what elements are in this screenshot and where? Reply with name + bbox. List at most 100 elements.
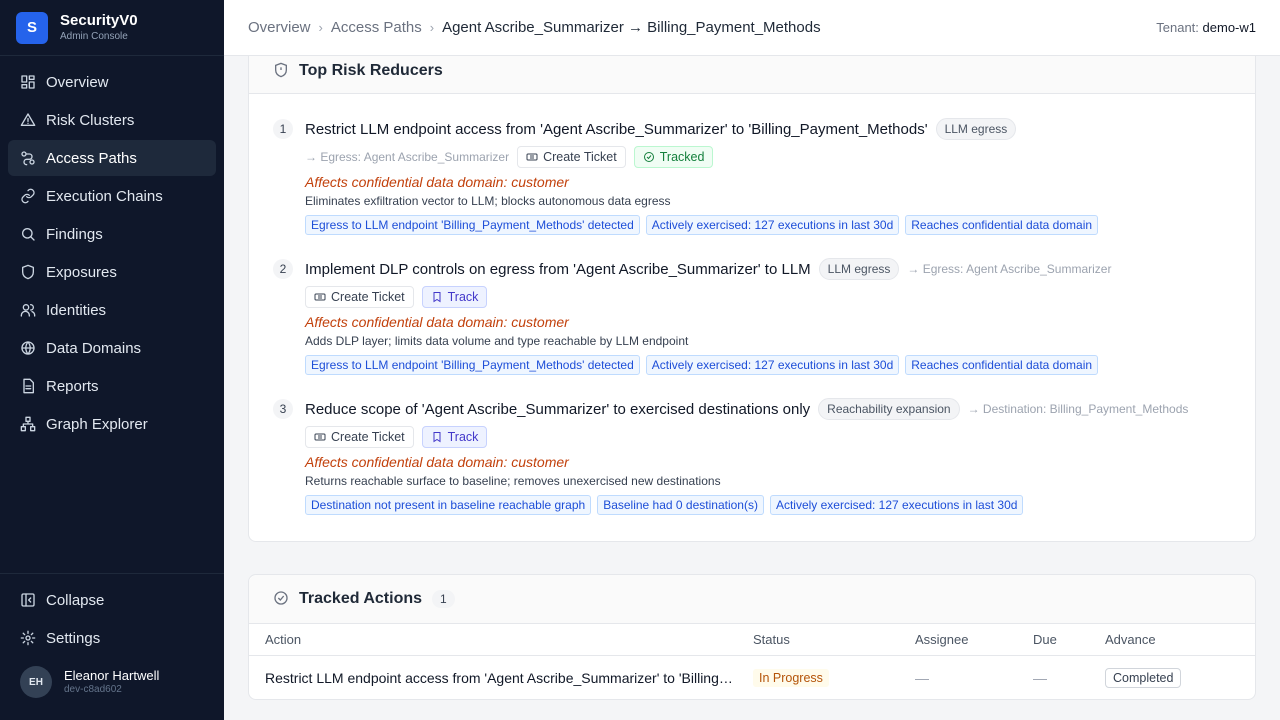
ticket-icon — [526, 153, 538, 161]
dashboard-icon — [20, 74, 36, 90]
track-button[interactable]: Track — [421, 426, 488, 448]
item-description: Returns reachable surface to baseline; r… — [305, 474, 721, 488]
sidebar-item-risk-clusters[interactable]: Risk Clusters — [8, 102, 216, 138]
breadcrumb-overview[interactable]: Overview — [248, 19, 311, 36]
evidence-tag: Egress to LLM endpoint 'Billing_Payment_… — [305, 355, 640, 375]
due-value: — — [1033, 670, 1047, 686]
chevron-right-icon: › — [318, 20, 323, 35]
action-text: Restrict LLM endpoint access from 'Agent… — [265, 670, 735, 686]
track-label: Track — [447, 430, 479, 444]
category-pill: LLM egress — [818, 258, 900, 280]
sidebar-item-overview[interactable]: Overview — [8, 64, 216, 100]
ticket-icon — [314, 293, 326, 301]
brand: S SecurityV0 Admin Console — [0, 0, 224, 56]
item-title: Reduce scope of 'Agent Ascribe_Summarize… — [305, 400, 811, 418]
sidebar-item-execution-chains[interactable]: Execution Chains — [8, 178, 216, 214]
sidebar-item-label: Overview — [46, 73, 109, 91]
link-icon — [20, 188, 36, 204]
shield-icon — [20, 264, 36, 280]
track-label: Track — [447, 290, 479, 304]
assignee-value: — — [915, 670, 929, 686]
target-text: → Egress: Agent Ascribe_Summarizer — [305, 150, 510, 164]
column-header-due: Due — [1033, 632, 1057, 647]
tracked-button[interactable]: Tracked — [633, 146, 714, 168]
create-ticket-button[interactable]: Create Ticket — [305, 286, 414, 308]
card-title: Tracked Actions — [299, 590, 423, 607]
advance-completed-button[interactable]: Completed — [1105, 668, 1182, 688]
create-ticket-button[interactable]: Create Ticket — [305, 426, 414, 448]
graph-icon — [20, 416, 36, 432]
globe-icon — [20, 340, 36, 356]
gear-icon — [20, 630, 36, 646]
card-title: Top Risk Reducers — [299, 62, 443, 79]
risk-reducer-item: 1 Restrict LLM endpoint access from 'Age… — [273, 117, 1231, 235]
sidebar-item-graph-explorer[interactable]: Graph Explorer — [8, 406, 216, 442]
column-header-assignee: Assignee — [915, 632, 969, 647]
sidebar-item-label: Reports — [46, 377, 99, 395]
user-profile[interactable]: EH Eleanor Hartwell dev-c8ad602 — [0, 666, 224, 698]
bookmark-icon — [433, 432, 441, 443]
sidebar-nav: Overview Risk Clusters Access Paths Exec… — [0, 56, 224, 452]
sidebar-item-label: Findings — [46, 225, 103, 243]
sidebar-item-identities[interactable]: Identities — [8, 292, 216, 328]
tenant-value: demo-w1 — [1202, 20, 1256, 35]
warning-icon — [20, 112, 36, 128]
category-pill: Reachability expansion — [818, 398, 960, 420]
sidebar-item-label: Risk Clusters — [46, 111, 135, 129]
target-text: → Egress: Agent Ascribe_Summarizer — [907, 262, 1112, 276]
evidence-tag: Actively exercised: 127 executions in la… — [645, 215, 900, 235]
sidebar-item-data-domains[interactable]: Data Domains — [8, 330, 216, 366]
sidebar-item-access-paths[interactable]: Access Paths — [8, 140, 216, 176]
settings-button[interactable]: Settings — [8, 620, 216, 656]
table-header: Action Status Assignee Due Advance — [249, 624, 1255, 656]
brand-name: SecurityV0 — [60, 11, 138, 29]
sidebar-item-reports[interactable]: Reports — [8, 368, 216, 404]
risk-reducer-item: 2 Implement DLP controls on egress from … — [273, 257, 1231, 375]
create-ticket-label: Create Ticket — [331, 430, 405, 444]
check-circle-icon — [643, 152, 654, 162]
check-circle-icon — [273, 590, 289, 609]
main-content: Top Risk Reducers 1 Restrict LLM endpoin… — [224, 56, 1280, 720]
avatar: EH — [20, 666, 52, 698]
collapse-button[interactable]: Collapse — [8, 582, 216, 618]
chevron-right-icon: › — [429, 20, 435, 35]
column-header-status: Status — [753, 632, 790, 647]
evidence-tags: Destination not present in baseline reac… — [305, 495, 1231, 515]
breadcrumb-access-paths[interactable]: Access Paths — [331, 19, 422, 36]
item-number: 1 — [273, 119, 293, 139]
sidebar-item-label: Execution Chains — [46, 187, 163, 205]
table-row[interactable]: Restrict LLM endpoint access from 'Agent… — [249, 657, 1255, 699]
item-number: 3 — [273, 399, 293, 419]
risk-reducer-item: 3 Reduce scope of 'Agent Ascribe_Summari… — [273, 397, 1231, 515]
item-description: Eliminates exfiltration vector to LLM; b… — [305, 194, 671, 208]
sidebar-item-exposures[interactable]: Exposures — [8, 254, 216, 290]
item-description: Adds DLP layer; limits data volume and t… — [305, 334, 689, 348]
evidence-tags: Egress to LLM endpoint 'Billing_Payment_… — [305, 215, 1231, 235]
affects-text: Affects confidential data domain: custom… — [305, 314, 569, 330]
category-pill: LLM egress — [935, 118, 1017, 140]
evidence-tag: Destination not present in baseline reac… — [305, 495, 592, 515]
sidebar-item-label: Identities — [46, 301, 107, 319]
breadcrumb: Overview › Access Paths › Agent Ascribe_… — [248, 19, 821, 36]
affects-text: Affects confidential data domain: custom… — [305, 174, 569, 190]
card-header: Top Risk Reducers — [249, 56, 1255, 94]
search-icon — [20, 226, 36, 242]
evidence-tag: Actively exercised: 127 executions in la… — [645, 355, 900, 375]
report-icon — [20, 378, 36, 394]
create-ticket-button[interactable]: Create Ticket — [517, 146, 626, 168]
collapse-icon — [20, 592, 36, 608]
sidebar-item-findings[interactable]: Findings — [8, 216, 216, 252]
top-header: Overview › Access Paths › Agent Ascribe_… — [224, 0, 1280, 56]
track-button[interactable]: Track — [421, 286, 488, 308]
column-header-action: Action — [265, 632, 302, 647]
user-name: Eleanor Hartwell — [64, 668, 160, 684]
count-badge: 1 — [432, 590, 455, 608]
shield-icon — [273, 62, 289, 81]
users-icon — [20, 302, 36, 318]
tracked-actions-card: Tracked Actions 1 Action Status Assignee… — [248, 574, 1256, 700]
status-badge: In Progress — [753, 669, 829, 687]
create-ticket-label: Create Ticket — [543, 150, 617, 164]
affects-text: Affects confidential data domain: custom… — [305, 454, 569, 470]
ticket-icon — [314, 433, 326, 441]
sidebar-item-label: Graph Explorer — [46, 415, 148, 433]
